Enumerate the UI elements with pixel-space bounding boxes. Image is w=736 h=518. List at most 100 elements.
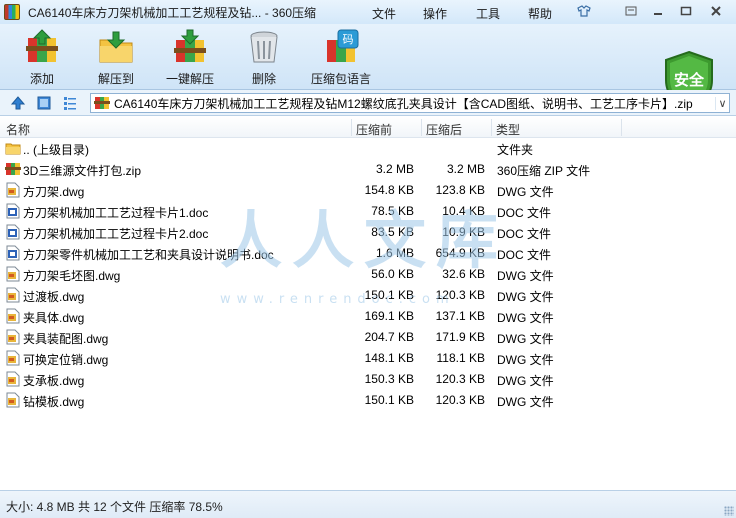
file-row[interactable]: 方刀架机械加工工艺过程卡片2.doc 83.5 KB 10.9 KB DOC 文件 [0, 222, 736, 243]
add-archive-icon [26, 29, 58, 62]
menu-operation[interactable]: 操作 [423, 5, 447, 22]
dwg-icon [5, 329, 21, 345]
file-type: DWG 文件 [497, 290, 554, 304]
column-packed[interactable]: 压缩前 [356, 121, 392, 138]
file-packed-size: 78.5 KB [371, 204, 414, 218]
column-divider[interactable] [421, 119, 422, 136]
file-name: .. (上级目录) [23, 143, 89, 157]
column-compressed[interactable]: 压缩后 [426, 121, 462, 138]
folder-up-icon [5, 140, 21, 156]
doc-icon [5, 245, 21, 261]
dwg-icon [5, 182, 21, 198]
chevron-down-icon[interactable]: ∨ [715, 96, 729, 110]
dwg-icon [5, 308, 21, 324]
menu-tools[interactable]: 工具 [476, 5, 500, 22]
resize-grip[interactable] [724, 506, 734, 516]
file-packed-size: 1.6 MB [375, 246, 414, 260]
security-badge-text: 安全 [674, 71, 705, 89]
extract-to-button[interactable]: 解压到 [84, 28, 148, 88]
archive-language-button[interactable]: 码 压缩包语言 [306, 28, 376, 88]
file-row[interactable]: 方刀架毛坯图.dwg 56.0 KB 32.6 KB DWG 文件 [0, 264, 736, 285]
file-packed-size: 150.3 KB [364, 372, 414, 386]
file-compressed-size: 118.1 KB [436, 351, 485, 365]
dwg-icon [5, 350, 21, 366]
file-type: DWG 文件 [497, 269, 554, 283]
file-compressed-size: 10.9 KB [442, 225, 485, 239]
file-row[interactable]: 过渡板.dwg 150.1 KB 120.3 KB DWG 文件 [0, 285, 736, 306]
file-type: 360压缩 ZIP 文件 [497, 164, 591, 178]
add-button[interactable]: 添加 [10, 28, 74, 88]
column-divider[interactable] [621, 119, 622, 136]
zip-icon [94, 97, 110, 109]
doc-icon [5, 203, 21, 219]
window-title: CA6140车床方刀架机械加工工艺规程及钻... - 360压缩 [28, 5, 317, 20]
file-row[interactable]: 夹具装配图.dwg 204.7 KB 171.9 KB DWG 文件 [0, 327, 736, 348]
file-packed-size: 148.1 KB [364, 351, 414, 365]
file-type: DOC 文件 [497, 227, 552, 241]
dwg-icon [5, 266, 21, 282]
file-type: DWG 文件 [497, 185, 554, 199]
file-name: 方刀架零件机械加工工艺和夹具设计说明书.doc [23, 248, 274, 262]
menu-file[interactable]: 文件 [372, 5, 396, 22]
file-type: DOC 文件 [497, 248, 552, 262]
file-row[interactable]: 方刀架机械加工工艺过程卡片1.doc 78.5 KB 10.4 KB DOC 文件 [0, 201, 736, 222]
skin-icon[interactable] [574, 3, 594, 19]
file-compressed-size: 137.1 KB [435, 309, 485, 323]
file-name: 方刀架机械加工工艺过程卡片1.doc [23, 206, 209, 220]
status-text: 大小: 4.8 MB 共 12 个文件 压缩率 78.5% [6, 500, 223, 514]
column-name[interactable]: 名称 [6, 121, 30, 138]
doc-icon [5, 224, 21, 240]
file-name: 方刀架机械加工工艺过程卡片2.doc [23, 227, 209, 241]
file-type: DWG 文件 [497, 353, 554, 367]
file-name: 夹具体.dwg [23, 311, 85, 325]
delete-button[interactable]: 删除 [232, 28, 296, 88]
title-bar: CA6140车床方刀架机械加工工艺规程及钻... - 360压缩 文件 操作 工… [0, 0, 736, 24]
file-packed-size: 169.1 KB [364, 309, 414, 323]
file-row[interactable]: .. (上级目录) 文件夹 [0, 138, 736, 159]
file-row[interactable]: 夹具体.dwg 169.1 KB 137.1 KB DWG 文件 [0, 306, 736, 327]
address-path-input[interactable]: CA6140车床方刀架机械加工工艺规程及钻M12螺纹底孔夹具设计【含CAD图纸、… [90, 93, 730, 113]
column-divider[interactable] [491, 119, 492, 136]
file-compressed-size: 171.9 KB [435, 330, 485, 344]
extract-to-icon [99, 31, 133, 63]
file-packed-size: 154.8 KB [364, 183, 414, 197]
file-type: DWG 文件 [497, 395, 554, 409]
file-row[interactable]: 支承板.dwg 150.3 KB 120.3 KB DWG 文件 [0, 369, 736, 390]
file-type: DOC 文件 [497, 206, 552, 220]
large-icons-view-icon[interactable] [36, 95, 52, 111]
close-icon[interactable] [706, 3, 726, 19]
menu-help[interactable]: 帮助 [528, 5, 552, 22]
delete-label: 删除 [251, 72, 276, 86]
maximize-icon[interactable] [676, 3, 696, 19]
file-name: 支承板.dwg [23, 374, 85, 388]
file-type: DWG 文件 [497, 374, 554, 388]
file-packed-size: 204.7 KB [364, 330, 414, 344]
file-type: DWG 文件 [497, 332, 554, 346]
up-arrow-icon[interactable] [10, 95, 26, 111]
app-logo-icon [4, 4, 20, 20]
minimize-icon[interactable] [648, 3, 668, 19]
one-click-extract-icon [174, 29, 206, 62]
details-view-icon[interactable] [62, 95, 78, 111]
file-row[interactable]: 可换定位销.dwg 148.1 KB 118.1 KB DWG 文件 [0, 348, 736, 369]
file-row[interactable]: 方刀架.dwg 154.8 KB 123.8 KB DWG 文件 [0, 180, 736, 201]
column-type[interactable]: 类型 [496, 121, 520, 138]
file-compressed-size: 120.3 KB [435, 372, 485, 386]
file-name: 钻模板.dwg [23, 395, 85, 409]
file-row[interactable]: 3D三维源文件打包.zip 3.2 MB 3.2 MB 360压缩 ZIP 文件 [0, 159, 736, 180]
file-row[interactable]: 钻模板.dwg 150.1 KB 120.3 KB DWG 文件 [0, 390, 736, 411]
file-type: DWG 文件 [497, 311, 554, 325]
archive-language-icon: 码 [327, 29, 359, 62]
file-row[interactable]: 方刀架零件机械加工工艺和夹具设计说明书.doc 1.6 MB 654.9 KB DOC… [0, 243, 736, 264]
archive-language-label: 压缩包语言 [310, 72, 371, 86]
one-click-extract-button[interactable]: 一键解压 [158, 28, 222, 88]
column-divider[interactable] [351, 119, 352, 136]
one-click-extract-label: 一键解压 [165, 72, 214, 86]
dwg-icon [5, 287, 21, 303]
file-packed-size: 150.1 KB [364, 393, 414, 407]
file-name: 夹具装配图.dwg [23, 332, 109, 346]
file-compressed-size: 123.8 KB [435, 183, 485, 197]
dwg-icon [5, 392, 21, 408]
menu-dropdown-icon[interactable] [621, 3, 641, 19]
file-compressed-size: 120.3 KB [435, 393, 485, 407]
